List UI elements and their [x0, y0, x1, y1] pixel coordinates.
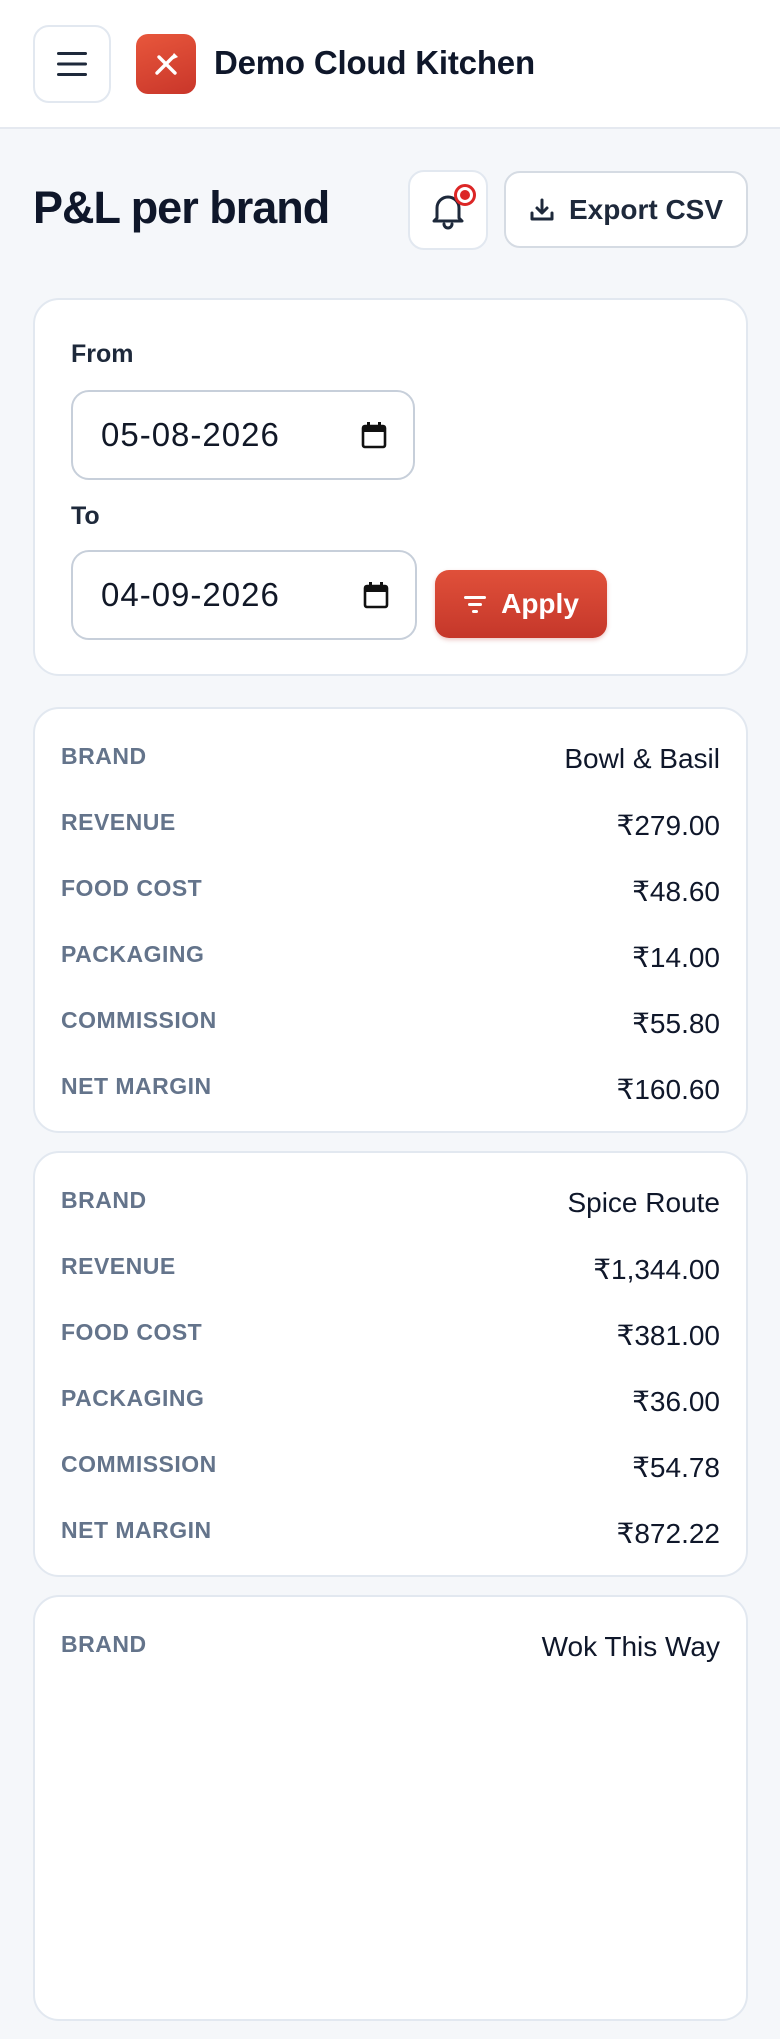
brand-card: BRAND Wok This Way [33, 1595, 748, 2021]
net-margin-row: NET MARGIN ₹872.22 [61, 1513, 720, 1553]
food-cost-value: ₹381.00 [616, 1319, 720, 1351]
export-csv-button[interactable]: Export CSV [504, 171, 748, 248]
brand-label: BRAND [61, 742, 147, 769]
packaging-label: PACKAGING [61, 1384, 205, 1411]
net-margin-label: NET MARGIN [61, 1516, 212, 1543]
download-icon [530, 198, 554, 220]
net-margin-row: NET MARGIN ₹160.60 [61, 1069, 720, 1109]
brand-pl-list: BRAND Bowl & Basil REVENUE ₹279.00 FOOD … [33, 707, 748, 2039]
brand-card: BRAND Spice Route REVENUE ₹1,344.00 FOOD… [33, 1151, 748, 1577]
to-label: To [71, 502, 100, 530]
revenue-row: REVENUE ₹279.00 [61, 805, 720, 845]
packaging-label: PACKAGING [61, 940, 205, 967]
food-cost-label: FOOD COST [61, 874, 203, 901]
fork-knife-icon [155, 53, 178, 75]
commission-value: ₹55.80 [632, 1007, 720, 1039]
app-title: Demo Cloud Kitchen [214, 44, 535, 81]
to-date-input[interactable]: 04-09-2026 [71, 550, 417, 640]
commission-label: COMMISSION [61, 1006, 217, 1033]
notification-badge [454, 184, 476, 206]
app-logo [136, 34, 196, 94]
brand-row: BRAND Bowl & Basil [61, 739, 720, 779]
revenue-row: REVENUE ₹1,344.00 [61, 1249, 720, 1289]
from-date-value: 05-08-2026 [101, 416, 280, 453]
apply-button[interactable]: Apply [435, 570, 607, 638]
apply-label: Apply [501, 588, 579, 619]
packaging-value: ₹14.00 [632, 941, 720, 973]
commission-row: COMMISSION ₹55.80 [61, 1003, 720, 1043]
net-margin-value: ₹160.60 [616, 1073, 720, 1105]
packaging-value: ₹36.00 [632, 1385, 720, 1417]
hamburger-menu-icon [57, 52, 87, 76]
from-date-input[interactable]: 05-08-2026 [71, 390, 415, 480]
from-label: From [71, 340, 134, 368]
brand-label: BRAND [61, 1186, 147, 1213]
notifications-button[interactable] [408, 170, 488, 250]
packaging-row: PACKAGING ₹14.00 [61, 937, 720, 977]
calendar-icon [361, 422, 387, 449]
commission-row: COMMISSION ₹54.78 [61, 1447, 720, 1487]
packaging-row: PACKAGING ₹36.00 [61, 1381, 720, 1421]
brand-name: Bowl & Basil [564, 743, 720, 774]
to-date-value: 04-09-2026 [101, 576, 280, 613]
brand-name: Wok This Way [541, 1631, 720, 1662]
commission-value: ₹54.78 [632, 1451, 720, 1483]
revenue-value: ₹279.00 [616, 809, 720, 841]
top-bar: Demo Cloud Kitchen [0, 0, 780, 129]
date-filter-card: From 05-08-2026 To 04-09-2026 Apply [33, 298, 748, 676]
food-cost-row: FOOD COST ₹381.00 [61, 1315, 720, 1355]
revenue-label: REVENUE [61, 808, 176, 835]
page-title: P&L per brand [33, 182, 330, 233]
net-margin-label: NET MARGIN [61, 1072, 212, 1099]
menu-button[interactable] [33, 25, 111, 103]
brand-name: Spice Route [567, 1187, 720, 1218]
revenue-value: ₹1,344.00 [593, 1253, 720, 1285]
brand-row: BRAND Wok This Way [61, 1627, 720, 1667]
calendar-icon [363, 582, 389, 609]
brand-row: BRAND Spice Route [61, 1183, 720, 1223]
filter-icon [464, 596, 487, 613]
brand-label: BRAND [61, 1630, 147, 1657]
food-cost-row: FOOD COST ₹48.60 [61, 871, 720, 911]
net-margin-value: ₹872.22 [616, 1517, 720, 1549]
brand-card: BRAND Bowl & Basil REVENUE ₹279.00 FOOD … [33, 707, 748, 1133]
food-cost-value: ₹48.60 [632, 875, 720, 907]
food-cost-label: FOOD COST [61, 1318, 203, 1345]
export-csv-label: Export CSV [568, 193, 724, 225]
revenue-label: REVENUE [61, 1252, 176, 1279]
commission-label: COMMISSION [61, 1450, 217, 1477]
